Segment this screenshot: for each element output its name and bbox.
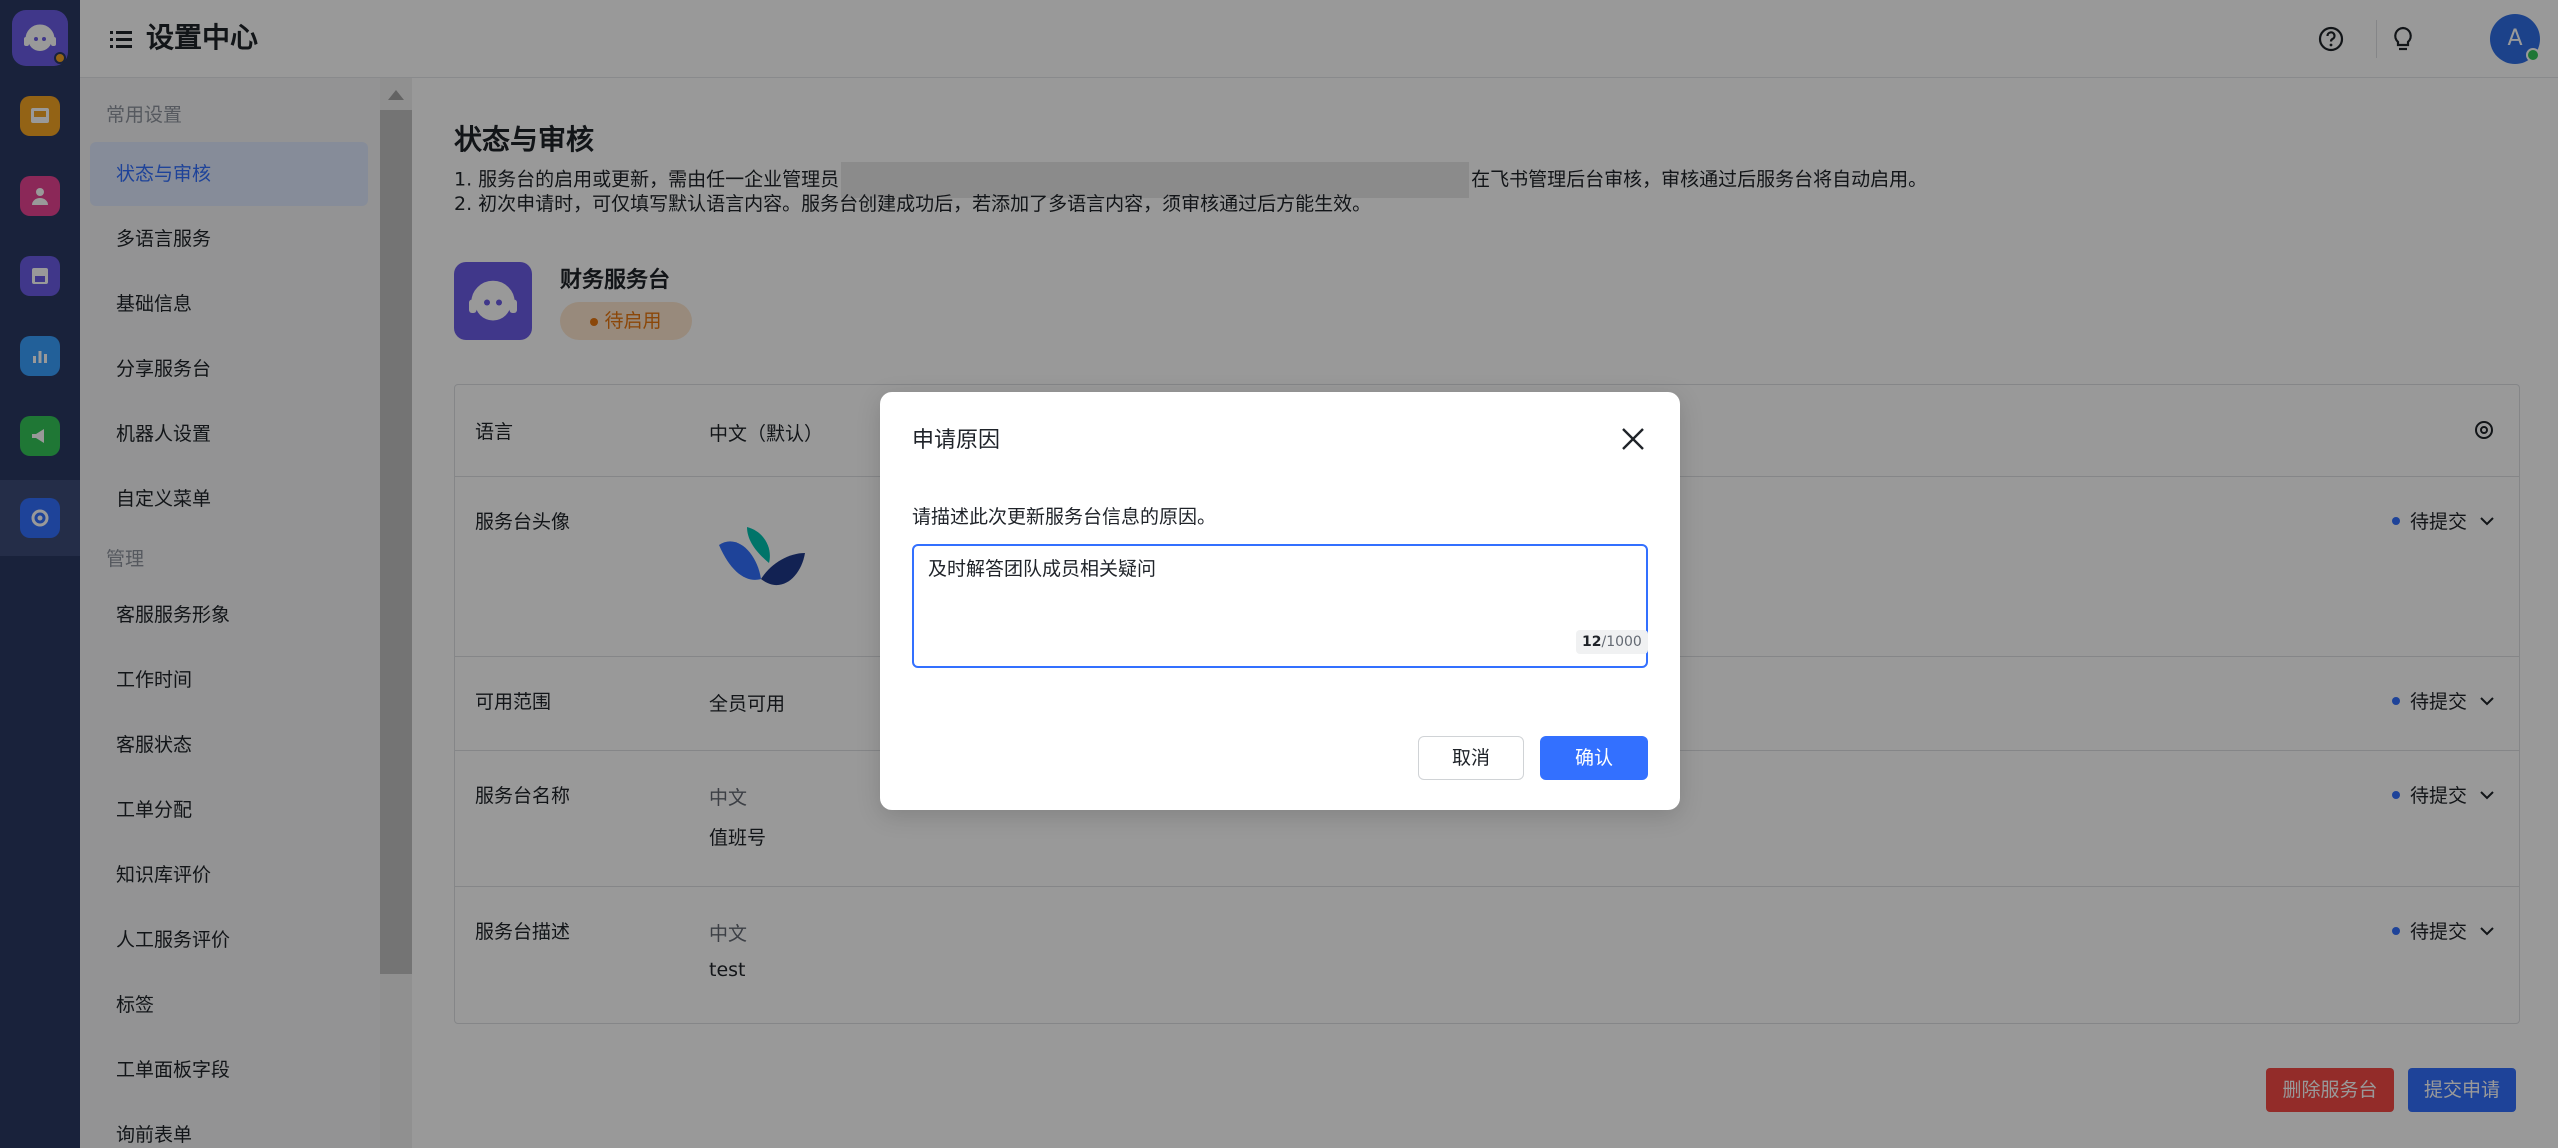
- app-root: 设置中心 A 常用设置 状态与审核 多语言服务 基础信息 分享服务台 机器人设置…: [0, 0, 2558, 1148]
- confirm-button[interactable]: 确认: [1540, 736, 1648, 780]
- reason-textarea[interactable]: 及时解答团队成员相关疑问: [912, 544, 1648, 668]
- reason-dialog: 申请原因 请描述此次更新服务台信息的原因。 及时解答团队成员相关疑问 12/10…: [880, 392, 1680, 810]
- close-icon[interactable]: [1618, 424, 1648, 454]
- dialog-title: 申请原因: [912, 428, 1001, 453]
- cancel-button[interactable]: 取消: [1418, 736, 1524, 780]
- char-counter: 12/1000: [1576, 630, 1648, 654]
- dialog-description: 请描述此次更新服务台信息的原因。: [912, 506, 1217, 528]
